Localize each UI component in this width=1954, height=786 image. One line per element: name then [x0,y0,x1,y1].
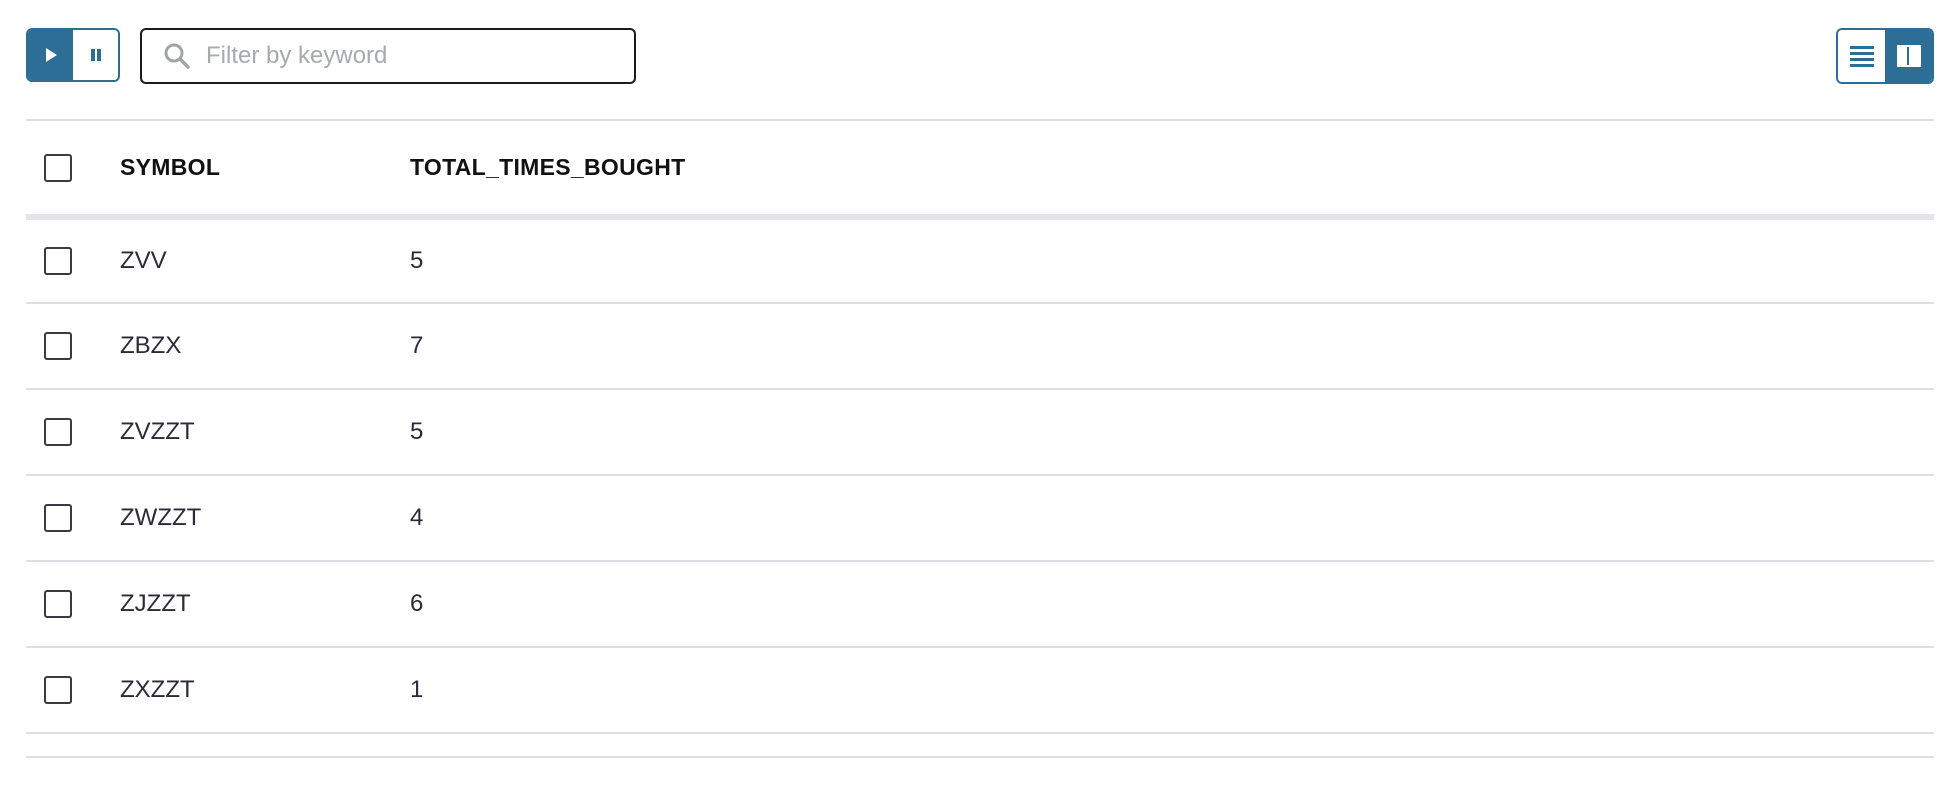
data-table-container: SYMBOL TOTAL_TIMES_BOUGHT ZVV 5 ZBZX 7 Z… [26,119,1934,758]
symbol-cell: ZVZZT [120,418,195,445]
data-table: SYMBOL TOTAL_TIMES_BOUGHT ZVV 5 ZBZX 7 Z… [26,121,1934,734]
column-header-total-times-bought[interactable]: TOTAL_TIMES_BOUGHT [410,121,1934,217]
total-times-bought-cell: 4 [410,504,424,531]
play-icon [45,48,57,62]
search-input[interactable] [204,35,608,77]
table-row[interactable]: ZVV 5 [26,217,1934,303]
pause-button[interactable] [73,30,118,80]
total-times-bought-cell: 7 [410,332,424,359]
view-mode-toggle [1836,28,1934,84]
list-view-button[interactable] [1838,30,1885,82]
select-all-checkbox[interactable] [44,153,72,182]
symbol-cell: ZJZZT [120,590,191,617]
row-checkbox[interactable] [44,418,72,446]
row-checkbox[interactable] [44,332,72,360]
stream-table-page: SYMBOL TOTAL_TIMES_BOUGHT ZVV 5 ZBZX 7 [0,0,1954,786]
total-times-bought-cell: 6 [410,590,424,617]
total-times-bought-cell: 5 [410,247,424,274]
pause-icon [90,49,101,61]
table-header-row: SYMBOL TOTAL_TIMES_BOUGHT [26,121,1934,217]
search-box [140,28,636,84]
row-checkbox[interactable] [44,676,72,704]
play-button[interactable] [28,30,73,80]
search-icon [162,41,192,71]
table-row[interactable]: ZVZZT 5 [26,389,1934,475]
column-header-symbol[interactable]: SYMBOL [120,121,410,217]
table-row[interactable]: ZJZZT 6 [26,561,1934,647]
list-view-icon [1849,46,1874,67]
split-view-button[interactable] [1885,30,1932,82]
row-checkbox[interactable] [44,504,72,532]
table-row[interactable]: ZBZX 7 [26,303,1934,389]
play-pause-toggle [26,28,120,82]
divider [26,756,1934,758]
symbol-cell: ZBZX [120,332,182,359]
total-times-bought-cell: 5 [410,418,424,445]
table-row[interactable]: ZWZZT 4 [26,475,1934,561]
symbol-cell: ZWZZT [120,504,202,531]
symbol-cell: ZVV [120,247,167,274]
total-times-bought-cell: 1 [410,676,424,703]
row-checkbox[interactable] [44,590,72,618]
split-view-icon [1896,45,1921,67]
symbol-cell: ZXZZT [120,676,195,703]
table-row[interactable]: ZXZZT 1 [26,647,1934,733]
toolbar [26,28,1934,84]
row-checkbox[interactable] [44,247,72,275]
